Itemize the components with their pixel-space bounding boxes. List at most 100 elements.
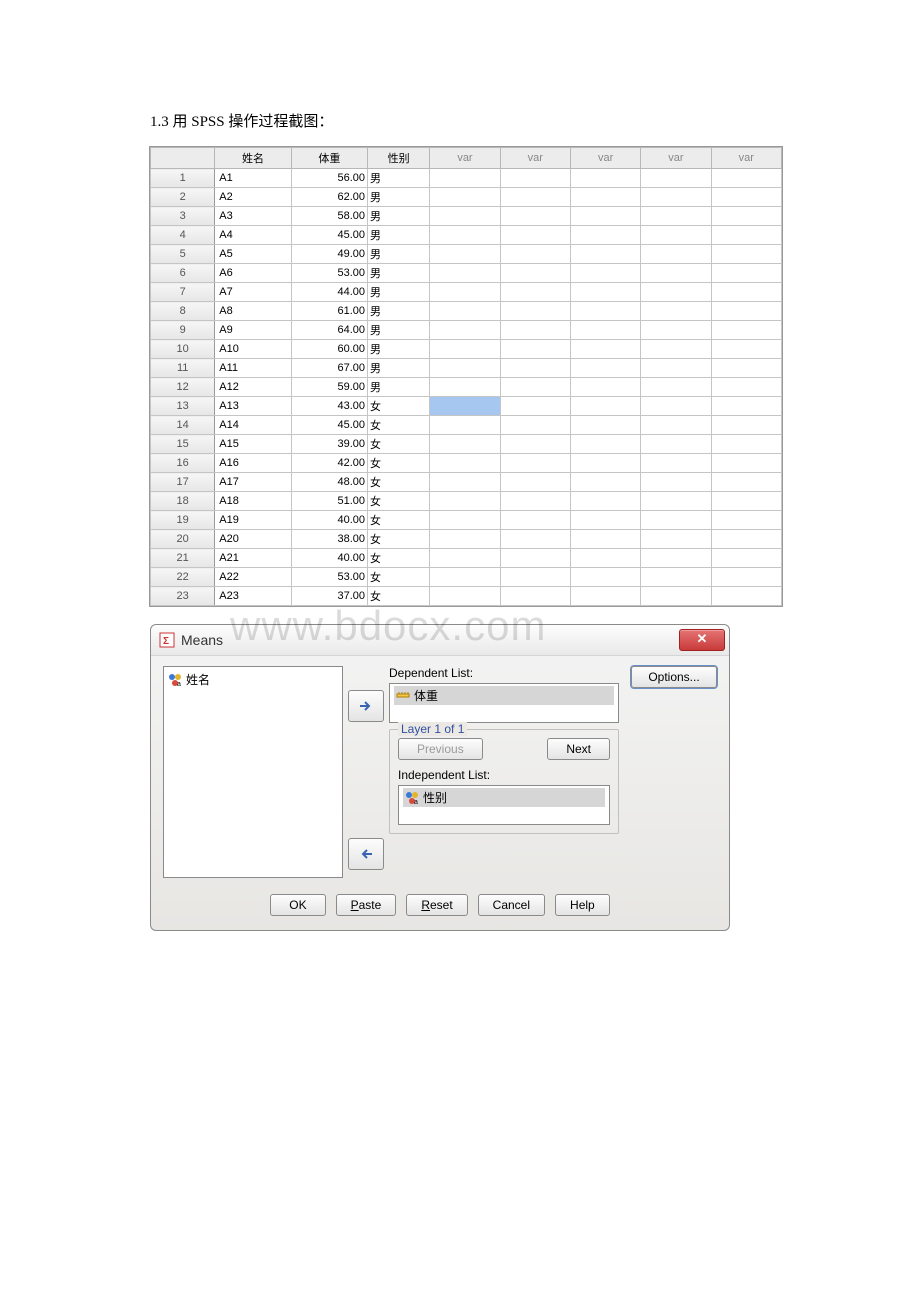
cell-empty[interactable] (500, 283, 570, 302)
cell-weight[interactable]: 51.00 (291, 492, 367, 511)
cell-empty[interactable] (430, 435, 500, 454)
cell-empty[interactable] (570, 359, 640, 378)
row-header[interactable]: 19 (151, 511, 215, 530)
cell-empty[interactable] (570, 568, 640, 587)
cell-weight[interactable]: 53.00 (291, 264, 367, 283)
cell-name[interactable]: A4 (215, 226, 291, 245)
cell-empty[interactable] (711, 473, 781, 492)
cell-empty[interactable] (430, 416, 500, 435)
cell-empty[interactable] (430, 283, 500, 302)
cell-empty[interactable] (711, 587, 781, 606)
cell-empty[interactable] (570, 454, 640, 473)
row-header[interactable]: 20 (151, 530, 215, 549)
cell-empty[interactable] (641, 530, 711, 549)
row-header[interactable]: 3 (151, 207, 215, 226)
row-header[interactable]: 8 (151, 302, 215, 321)
row-header[interactable]: 9 (151, 321, 215, 340)
cell-gender[interactable]: 女 (368, 454, 430, 473)
move-to-independent-button[interactable] (348, 838, 384, 870)
cell-gender[interactable]: 男 (368, 340, 430, 359)
cell-weight[interactable]: 48.00 (291, 473, 367, 492)
cell-empty[interactable] (570, 416, 640, 435)
cell-empty[interactable] (430, 359, 500, 378)
cell-empty[interactable] (430, 340, 500, 359)
cell-empty[interactable] (430, 530, 500, 549)
cell-empty[interactable] (500, 302, 570, 321)
cell-empty[interactable] (500, 587, 570, 606)
paste-button[interactable]: Paste (336, 894, 397, 916)
cell-empty[interactable] (500, 530, 570, 549)
cell-empty[interactable] (711, 454, 781, 473)
help-button[interactable]: Help (555, 894, 610, 916)
cell-weight[interactable]: 58.00 (291, 207, 367, 226)
cell-empty[interactable] (711, 378, 781, 397)
cell-name[interactable]: A8 (215, 302, 291, 321)
cell-empty[interactable] (500, 568, 570, 587)
row-header[interactable]: 14 (151, 416, 215, 435)
cell-weight[interactable]: 44.00 (291, 283, 367, 302)
cell-empty[interactable] (570, 587, 640, 606)
cell-empty[interactable] (500, 473, 570, 492)
cell-weight[interactable]: 42.00 (291, 454, 367, 473)
cell-empty[interactable] (711, 207, 781, 226)
cell-name[interactable]: A16 (215, 454, 291, 473)
cell-weight[interactable]: 53.00 (291, 568, 367, 587)
cell-empty[interactable] (570, 264, 640, 283)
cell-empty[interactable] (711, 283, 781, 302)
cell-empty[interactable] (500, 549, 570, 568)
cell-gender[interactable]: 男 (368, 359, 430, 378)
cell-empty[interactable] (430, 321, 500, 340)
row-header[interactable]: 13 (151, 397, 215, 416)
dependent-item[interactable]: 体重 (394, 686, 614, 705)
row-header[interactable]: 7 (151, 283, 215, 302)
cell-name[interactable]: A19 (215, 511, 291, 530)
cell-empty[interactable] (711, 321, 781, 340)
cell-empty[interactable] (711, 568, 781, 587)
cell-weight[interactable]: 60.00 (291, 340, 367, 359)
cell-empty[interactable] (500, 207, 570, 226)
cell-empty[interactable] (430, 188, 500, 207)
cell-name[interactable]: A18 (215, 492, 291, 511)
cell-empty[interactable] (570, 283, 640, 302)
row-header[interactable]: 12 (151, 378, 215, 397)
cell-empty[interactable] (641, 226, 711, 245)
cell-empty[interactable] (711, 492, 781, 511)
cell-empty[interactable] (570, 169, 640, 188)
cell-name[interactable]: A13 (215, 397, 291, 416)
cell-empty[interactable] (500, 188, 570, 207)
cell-empty[interactable] (641, 340, 711, 359)
cell-gender[interactable]: 女 (368, 473, 430, 492)
cell-name[interactable]: A20 (215, 530, 291, 549)
cell-name[interactable]: A1 (215, 169, 291, 188)
row-header[interactable]: 15 (151, 435, 215, 454)
row-header[interactable]: 23 (151, 587, 215, 606)
cell-empty[interactable] (711, 226, 781, 245)
cell-empty[interactable] (641, 454, 711, 473)
cell-name[interactable]: A11 (215, 359, 291, 378)
cell-empty[interactable] (641, 416, 711, 435)
cell-gender[interactable]: 男 (368, 188, 430, 207)
cell-empty[interactable] (500, 359, 570, 378)
cell-empty[interactable] (570, 321, 640, 340)
cell-name[interactable]: A5 (215, 245, 291, 264)
cell-empty[interactable] (500, 169, 570, 188)
col-header-weight[interactable]: 体重 (291, 148, 367, 169)
cell-empty[interactable] (641, 511, 711, 530)
cell-gender[interactable]: 女 (368, 416, 430, 435)
cell-empty[interactable] (430, 549, 500, 568)
cell-empty[interactable] (570, 226, 640, 245)
cell-empty[interactable] (500, 245, 570, 264)
cell-empty[interactable] (430, 511, 500, 530)
cell-empty[interactable] (641, 245, 711, 264)
cell-name[interactable]: A10 (215, 340, 291, 359)
cell-empty[interactable] (430, 454, 500, 473)
row-header[interactable]: 6 (151, 264, 215, 283)
cell-empty[interactable] (711, 359, 781, 378)
row-header[interactable]: 22 (151, 568, 215, 587)
cell-empty[interactable] (641, 321, 711, 340)
cell-name[interactable]: A14 (215, 416, 291, 435)
cell-empty[interactable] (430, 245, 500, 264)
cell-empty[interactable] (641, 435, 711, 454)
cell-empty[interactable] (430, 378, 500, 397)
cell-empty[interactable] (570, 549, 640, 568)
